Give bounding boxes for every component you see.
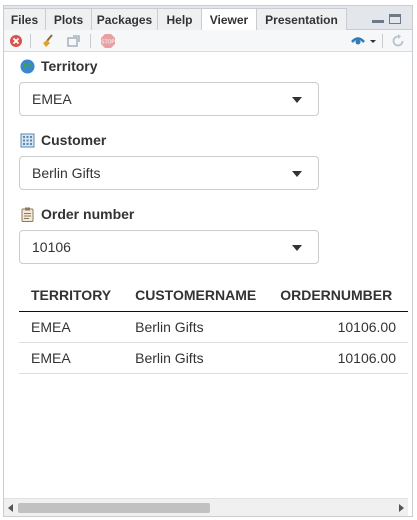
chevron-down-icon (292, 171, 302, 177)
scroll-left-icon[interactable] (8, 504, 13, 512)
chevron-down-icon (292, 245, 302, 251)
order-number-label: Order number (20, 206, 134, 222)
tab-files[interactable]: Files (4, 8, 46, 30)
column-header-territory[interactable]: TERRITORY (19, 279, 124, 312)
maximize-icon[interactable] (389, 14, 401, 24)
territory-label: Territory (20, 58, 98, 74)
cell-ordernumber: 10106.00 (268, 311, 408, 343)
toolbar-separator (90, 34, 91, 48)
stop-icon[interactable]: STOP (100, 33, 116, 49)
cell-customername: Berlin Gifts (123, 342, 269, 374)
scroll-right-icon[interactable] (399, 504, 404, 512)
svg-text:STOP: STOP (101, 40, 115, 46)
customer-label: Customer (20, 132, 106, 148)
chevron-down-icon (292, 97, 302, 103)
territory-select[interactable]: EMEA (19, 82, 319, 116)
building-icon (20, 133, 35, 148)
column-header-customername[interactable]: CUSTOMERNAME (123, 279, 269, 312)
toolbar-separator (382, 34, 383, 48)
popout-icon[interactable] (66, 33, 82, 49)
horizontal-scrollbar[interactable] (4, 498, 408, 516)
order-number-select[interactable]: 10106 (19, 230, 319, 264)
publish-icon[interactable] (350, 33, 378, 49)
cell-ordernumber: 10106.00 (268, 342, 408, 374)
pane-tab-bar: Files Plots Packages Help Viewer Present… (4, 6, 412, 31)
viewer-toolbar: STOP (4, 30, 412, 52)
table-row: EMEA Berlin Gifts 10106.00 (19, 342, 408, 374)
table-row: EMEA Berlin Gifts 10106.00 (19, 311, 408, 343)
customer-select[interactable]: Berlin Gifts (19, 156, 319, 190)
viewer-pane: Files Plots Packages Help Viewer Present… (3, 5, 413, 517)
tab-presentation[interactable]: Presentation (257, 8, 347, 30)
clipboard-icon (20, 207, 35, 222)
tab-packages[interactable]: Packages (92, 8, 158, 30)
table-header-row: TERRITORY CUSTOMERNAME ORDERNUMBER (19, 279, 408, 312)
toolbar-separator (30, 34, 31, 48)
cell-territory: EMEA (19, 311, 124, 343)
data-table: TERRITORY CUSTOMERNAME ORDERNUMBER EMEA … (19, 279, 408, 374)
territory-select-value: EMEA (32, 91, 72, 107)
tab-viewer[interactable]: Viewer (202, 8, 257, 31)
remove-icon[interactable] (8, 33, 24, 49)
column-header-ordernumber[interactable]: ORDERNUMBER (268, 279, 408, 312)
customer-label-text: Customer (41, 132, 107, 148)
territory-label-text: Territory (41, 58, 98, 74)
order-number-select-value: 10106 (32, 239, 71, 255)
minimize-icon[interactable] (372, 14, 384, 23)
refresh-icon[interactable] (390, 33, 406, 49)
viewer-content: Territory EMEA Customer Berlin Gifts Ord… (4, 53, 408, 497)
order-number-label-text: Order number (41, 206, 135, 222)
clear-broom-icon[interactable] (40, 33, 56, 49)
scrollbar-thumb[interactable] (18, 503, 210, 513)
cell-territory: EMEA (19, 342, 124, 374)
customer-select-value: Berlin Gifts (32, 165, 101, 181)
globe-icon (20, 59, 35, 74)
tab-help[interactable]: Help (158, 8, 202, 30)
tab-plots[interactable]: Plots (46, 8, 92, 30)
cell-customername: Berlin Gifts (123, 311, 269, 343)
